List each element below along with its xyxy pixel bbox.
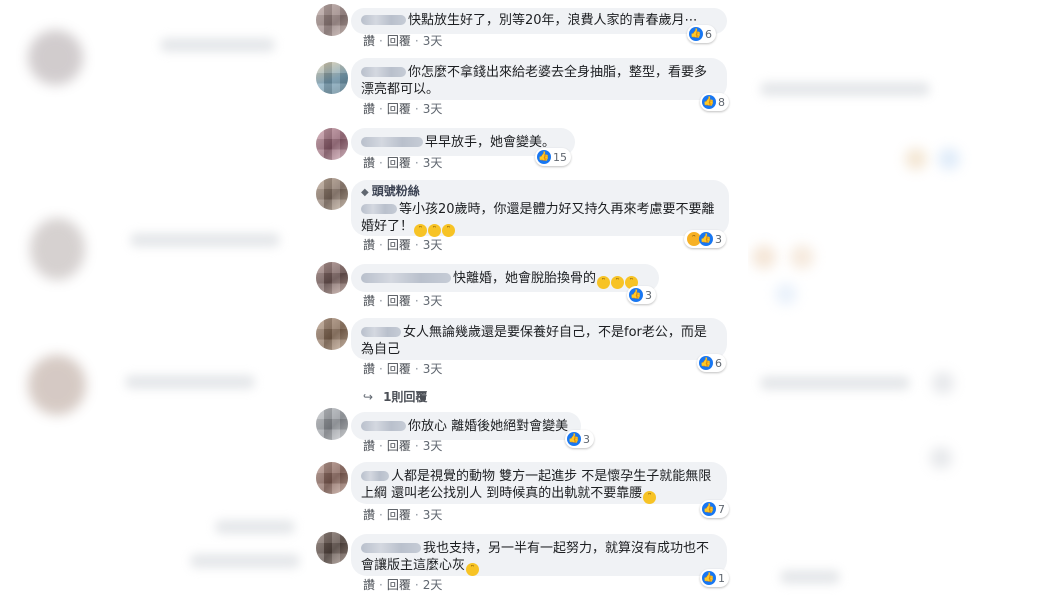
like-button[interactable]: 讚 — [363, 238, 375, 252]
diamond-icon: ◆ — [361, 187, 369, 198]
comment-actions: 讚 · 回覆 · 2天 — [363, 578, 443, 592]
comment-time[interactable]: 3天 — [423, 362, 443, 376]
commenter-name[interactable] — [361, 14, 406, 25]
comment-time[interactable]: 3天 — [423, 238, 443, 252]
comment-text: 你怎麼不拿錢出來給老婆去全身抽脂，整型，看要多漂亮都可以。 — [361, 65, 708, 97]
comment-time[interactable]: 3天 — [423, 439, 443, 453]
reaction-count[interactable]: 👍 6 — [697, 354, 726, 372]
avatar[interactable] — [316, 462, 348, 494]
laughing-emoji-icon: ᵔ — [414, 224, 428, 237]
like-icon: 👍 — [567, 432, 581, 446]
laughing-emoji-icon: ᵔ — [442, 224, 456, 237]
reaction-count[interactable]: 👍 7 — [700, 500, 729, 518]
comment-actions: 讚 · 回覆 · 3天 — [363, 362, 443, 376]
like-button[interactable]: 讚 — [363, 362, 375, 376]
like-button[interactable]: 讚 — [363, 578, 375, 592]
reply-button[interactable]: 回覆 — [387, 238, 411, 252]
top-fan-badge: ◆ 頭號粉絲 — [361, 184, 420, 198]
avatar[interactable] — [316, 178, 348, 210]
commenter-name[interactable] — [361, 272, 451, 283]
commenter-name[interactable] — [361, 420, 406, 431]
reply-button[interactable]: 回覆 — [387, 439, 411, 453]
comment-text: 你放心 離婚後她絕對會變美 — [408, 419, 569, 434]
comment-bubble: 快點放生好了，別等20年，浪費人家的青春歲月⋯ — [351, 8, 727, 34]
reaction-count[interactable]: 👍 8 — [700, 93, 729, 111]
commenter-name[interactable] — [361, 136, 423, 147]
comment-bubble: 快離婚，她會脫胎換骨的 ᵔ ᵔ ᵔ — [351, 264, 659, 292]
comment-actions: 讚 · 回覆 · 3天 — [363, 508, 443, 522]
comments-panel: 快點放生好了，別等20年，浪費人家的青春歲月⋯ 👍 6 讚 · 回覆 · 3天 你怎麼不拿… — [307, 0, 748, 596]
comment-text: 人都是視覺的動物 雙方一起進步 不是懷孕生子就能無限上綱 還叫老公找別人 到時候… — [361, 469, 712, 501]
like-button[interactable]: 讚 — [363, 294, 375, 308]
comment-bubble: 你放心 離婚後她絕對會變美 — [351, 412, 581, 440]
like-button[interactable]: 讚 — [363, 156, 375, 170]
avatar[interactable] — [316, 532, 348, 564]
rofl-emoji-icon: ᵔ — [611, 276, 625, 289]
commenter-name[interactable] — [361, 203, 397, 214]
grimace-emoji-icon: ᵔ — [643, 491, 657, 504]
like-icon: 👍 — [699, 356, 713, 370]
like-icon: 👍 — [702, 571, 716, 585]
reply-button[interactable]: 回覆 — [387, 156, 411, 170]
reply-button[interactable]: 回覆 — [387, 294, 411, 308]
avatar[interactable] — [316, 318, 348, 350]
comment-bubble: 女人無論幾歲還是要保養好自己，不是for老公，而是為自己 — [351, 318, 727, 360]
reply-button[interactable]: 回覆 — [387, 362, 411, 376]
comment-actions: 讚 · 回覆 · 3天 — [363, 238, 443, 252]
comment-time[interactable]: 3天 — [423, 156, 443, 170]
comment-actions: 讚 · 回覆 · 3天 — [363, 156, 443, 170]
rofl-emoji-icon: ᵔ — [597, 276, 611, 289]
reply-button[interactable]: 回覆 — [387, 34, 411, 48]
like-icon: 👍 — [689, 27, 703, 41]
comment-time[interactable]: 3天 — [423, 34, 443, 48]
like-button[interactable]: 讚 — [363, 508, 375, 522]
comment-bubble: 人都是視覺的動物 雙方一起進步 不是懷孕生子就能無限上綱 還叫老公找別人 到時候… — [351, 462, 727, 504]
avatar[interactable] — [316, 128, 348, 160]
comment-actions: 讚 · 回覆 · 3天 — [363, 294, 443, 308]
like-icon: 👍 — [537, 150, 551, 164]
comment-actions: 讚 · 回覆 · 3天 — [363, 34, 443, 48]
reaction-count[interactable]: 👍 6 — [687, 25, 716, 43]
comment-bubble: 你怎麼不拿錢出來給老婆去全身抽脂，整型，看要多漂亮都可以。 — [351, 58, 727, 100]
comment-bubble: ◆ 頭號粉絲 等小孩20歲時，你還是體力好又持久再來考慮要不要離婚好了！ ᵔ ᵔ ᵔ — [351, 180, 729, 237]
sad-emoji-icon: ᵔ — [466, 563, 480, 576]
like-icon: 👍 — [629, 288, 643, 302]
comment-bubble: 我也支持，另一半有一起努力，就算沒有成功也不會讓版主這麼心灰 ᵔ — [351, 534, 727, 576]
avatar[interactable] — [316, 62, 348, 94]
reaction-count[interactable]: 👍 1 — [700, 569, 729, 587]
reaction-count[interactable]: 👍 3 — [565, 430, 594, 448]
comment-actions: 讚 · 回覆 · 3天 — [363, 102, 443, 116]
comment-time[interactable]: 3天 — [423, 102, 443, 116]
reaction-count[interactable]: 👍 15 — [535, 148, 571, 166]
like-button[interactable]: 讚 — [363, 34, 375, 48]
reply-button[interactable]: 回覆 — [387, 508, 411, 522]
commenter-name[interactable] — [361, 326, 401, 337]
reply-arrow-icon: ↪ — [363, 390, 374, 404]
reaction-count[interactable]: 👍 3 — [627, 286, 656, 304]
like-button[interactable]: 讚 — [363, 102, 375, 116]
commenter-name[interactable] — [361, 470, 389, 481]
comment-time[interactable]: 2天 — [423, 578, 443, 592]
comment-time[interactable]: 3天 — [423, 294, 443, 308]
comment-text: 快點放生好了，別等20年，浪費人家的青春歲月⋯ — [408, 13, 698, 28]
avatar[interactable] — [316, 408, 348, 440]
commenter-name[interactable] — [361, 66, 406, 77]
comment-text: 快離婚，她會脫胎換骨的 — [453, 271, 597, 286]
like-icon: 👍 — [702, 502, 716, 516]
reaction-count[interactable]: ᵔ 👍 3 — [684, 230, 726, 248]
comment-text: 女人無論幾歲還是要保養好自己，不是for老公，而是為自己 — [361, 325, 707, 357]
comment-actions: 讚 · 回覆 · 3天 — [363, 439, 443, 453]
avatar[interactable] — [316, 4, 348, 36]
like-icon: 👍 — [702, 95, 716, 109]
like-button[interactable]: 讚 — [363, 439, 375, 453]
view-replies-link[interactable]: ↪ 1則回覆 — [363, 388, 427, 405]
reply-button[interactable]: 回覆 — [387, 578, 411, 592]
like-icon: 👍 — [699, 232, 713, 246]
reply-button[interactable]: 回覆 — [387, 102, 411, 116]
commenter-name[interactable] — [361, 542, 421, 553]
avatar[interactable] — [316, 262, 348, 294]
comment-time[interactable]: 3天 — [423, 508, 443, 522]
comment-text: 早早放手，她會變美。 — [425, 135, 556, 150]
laughing-emoji-icon: ᵔ — [428, 224, 442, 237]
